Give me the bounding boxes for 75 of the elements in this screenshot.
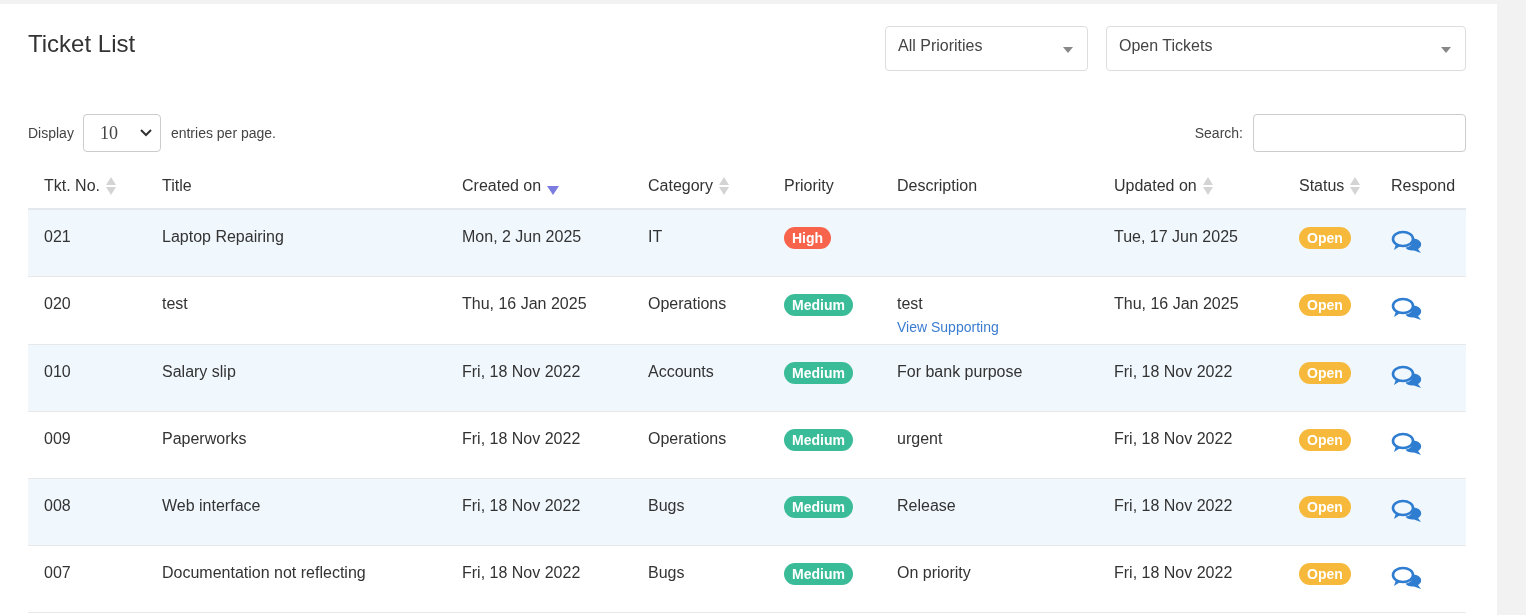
table-cell: Fri, 18 Nov 2022 (462, 362, 581, 380)
column-header: Description (897, 177, 978, 195)
chat-icon[interactable] (1391, 364, 1423, 389)
table-cell-text: On priority (897, 563, 972, 582)
column-header: Respond (1391, 177, 1456, 195)
table-cell: Documentation not reflecting (162, 563, 366, 581)
table-cell: Operations (648, 429, 727, 447)
status-badge: Open (1299, 562, 1351, 585)
table-cell: 020 (44, 294, 71, 312)
table-cell: Fri, 18 Nov 2022 (462, 563, 581, 581)
filter-dropdown[interactable]: All Priorities (885, 26, 1088, 71)
chat-icon[interactable] (1391, 296, 1423, 321)
table-cell: test (162, 294, 188, 312)
page-length-dropdown[interactable]: 10 (82, 114, 161, 152)
search-field[interactable] (1253, 114, 1466, 152)
filter-dropdown[interactable]: Open Tickets (1106, 26, 1466, 71)
display-label: Display (28, 125, 74, 141)
status-badge: Open (1299, 227, 1351, 249)
table-cell: Accounts (648, 362, 714, 380)
table-cell: Thu, 16 Jan 2025 (462, 294, 587, 312)
chat-icon[interactable] (1391, 498, 1423, 523)
table-cell: Fri, 18 Nov 2022 (1114, 563, 1233, 581)
table-cell: Bugs (648, 496, 685, 514)
table-cell: Bugs (648, 563, 685, 581)
table-cell: Salary slip (162, 362, 236, 380)
priority-badge: High (784, 227, 832, 249)
column-header[interactable]: Updated on (1114, 177, 1197, 195)
table-cell: Web interface (162, 496, 261, 514)
table-cell-text: test (897, 294, 924, 313)
entries-label: entries per page. (170, 125, 276, 141)
table-cell: 009 (44, 429, 71, 447)
table-cell: 007 (44, 563, 71, 581)
priority-badge: Medium (784, 495, 853, 518)
caret-icon (1441, 47, 1451, 53)
priority-badge: Medium (784, 293, 853, 316)
status-badge: Open (1299, 361, 1351, 384)
table-cell: Fri, 18 Nov 2022 (462, 429, 581, 447)
table-cell: Thu, 16 Jan 2025 (1114, 294, 1239, 312)
column-header[interactable]: Tkt. No. (44, 177, 100, 195)
view-supporting-link[interactable]: View Supporting (897, 318, 1098, 344)
column-header[interactable]: Category (648, 177, 713, 195)
priority-badge: Medium (784, 361, 853, 384)
status-badge: Open (1299, 428, 1351, 451)
column-header: Priority (784, 177, 834, 195)
priority-badge: Medium (784, 562, 853, 585)
chat-icon[interactable] (1391, 565, 1423, 590)
table-cell: Fri, 18 Nov 2022 (462, 496, 581, 514)
table-cell: Tue, 17 Jun 2025 (1114, 228, 1238, 245)
table-cell-text: urgent (897, 429, 944, 448)
table-cell: Operations (648, 294, 727, 312)
table-cell: IT (648, 228, 663, 245)
column-header[interactable]: Created on (462, 177, 542, 195)
status-badge: Open (1299, 495, 1351, 518)
chat-icon[interactable] (1391, 230, 1423, 254)
table-cell: Fri, 18 Nov 2022 (1114, 362, 1233, 380)
caret-icon (1063, 47, 1073, 53)
chat-icon[interactable] (1391, 431, 1423, 456)
table-cell: Fri, 18 Nov 2022 (1114, 496, 1233, 514)
search-label: Search: (1194, 125, 1243, 141)
chevron-down-icon (139, 129, 152, 137)
column-header[interactable]: Status (1299, 177, 1345, 195)
table-cell: 021 (44, 228, 71, 245)
table-cell-text: Release (897, 496, 957, 515)
table-cell: 010 (44, 362, 71, 380)
table-cell: Mon, 2 Jun 2025 (462, 228, 582, 245)
status-badge: Open (1299, 293, 1351, 316)
table-cell-text: For bank purpose (897, 362, 1024, 381)
table-cell: Paperworks (162, 429, 247, 447)
priority-badge: Medium (784, 428, 853, 451)
sort-descending-icon[interactable] (547, 185, 560, 195)
table-cell: Fri, 18 Nov 2022 (1114, 429, 1233, 447)
table-cell: 008 (44, 496, 71, 514)
table-cell: Laptop Repairing (162, 228, 284, 245)
column-header: Title (162, 177, 192, 195)
page-title: Ticket List (28, 30, 137, 58)
